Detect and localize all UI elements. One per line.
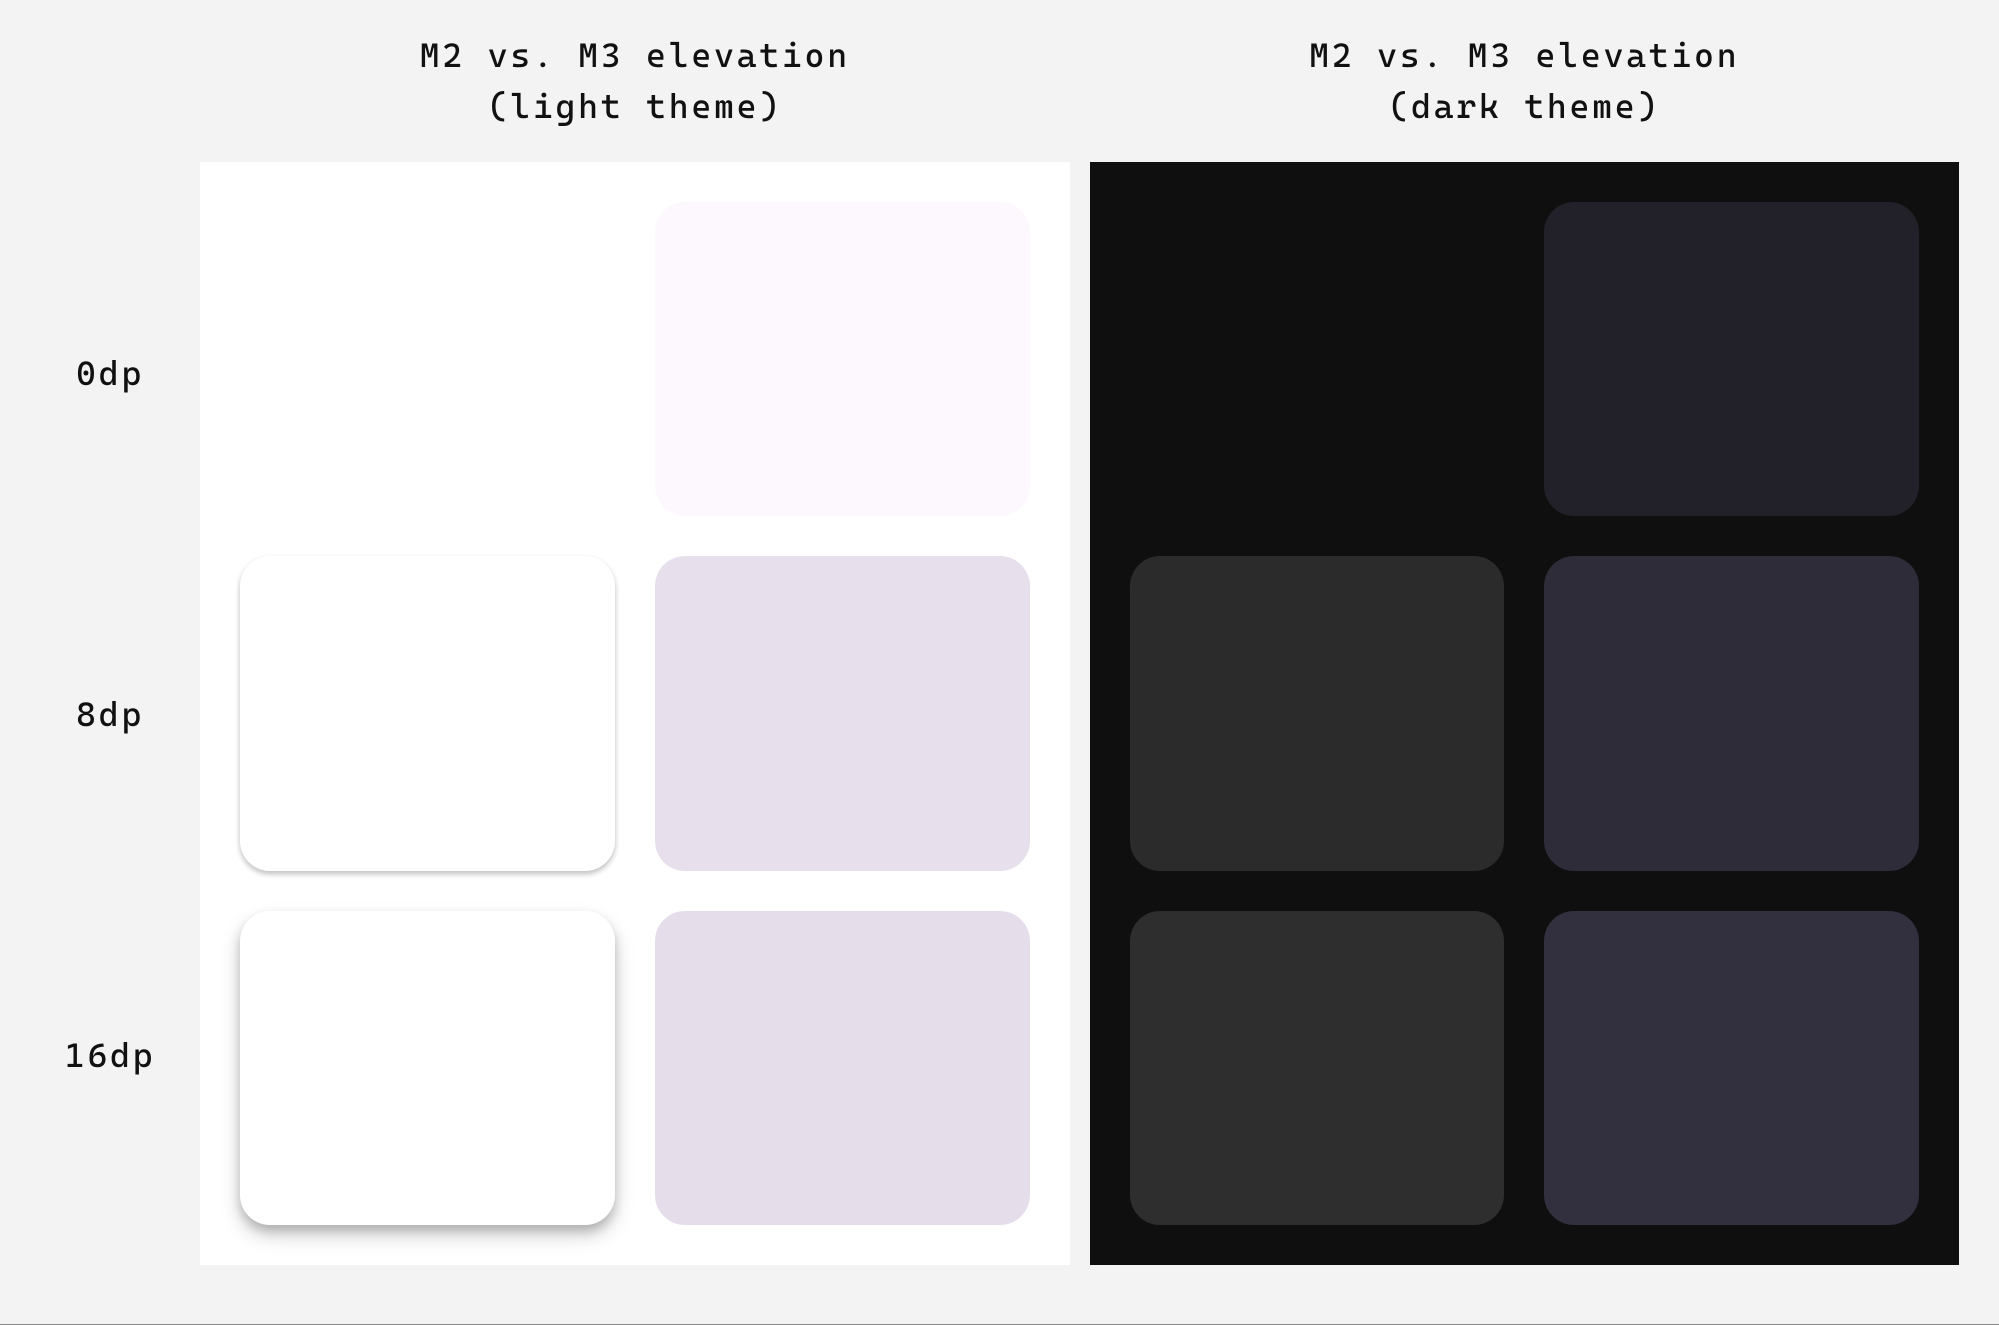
dark-card-1 xyxy=(1544,202,1919,516)
column-header-dark: M2 vs. M3 elevation (dark theme) xyxy=(1080,30,1970,162)
dark-card-4 xyxy=(1130,911,1505,1225)
dark-card-3 xyxy=(1544,556,1919,870)
row-label-0dp: 0dp xyxy=(76,202,144,543)
elevation-comparison-diagram: M2 vs. M3 elevation (light theme) M2 vs.… xyxy=(0,0,1999,1325)
corner-spacer xyxy=(30,30,190,162)
light-card-1 xyxy=(655,202,1030,516)
row-label-16dp: 16dp xyxy=(65,884,156,1225)
light-card-3 xyxy=(655,556,1030,870)
row-label-8dp: 8dp xyxy=(76,543,144,884)
dark-theme-panel xyxy=(1090,162,1960,1265)
light-card-4 xyxy=(240,911,615,1225)
light-card-5 xyxy=(655,911,1030,1225)
light-card-2 xyxy=(240,556,615,870)
dark-card-2 xyxy=(1130,556,1505,870)
light-theme-panel xyxy=(200,162,1070,1265)
column-header-light: M2 vs. M3 elevation (light theme) xyxy=(190,30,1080,162)
row-labels: 0dp 8dp 16dp xyxy=(30,162,190,1265)
dark-card-5 xyxy=(1544,911,1919,1225)
